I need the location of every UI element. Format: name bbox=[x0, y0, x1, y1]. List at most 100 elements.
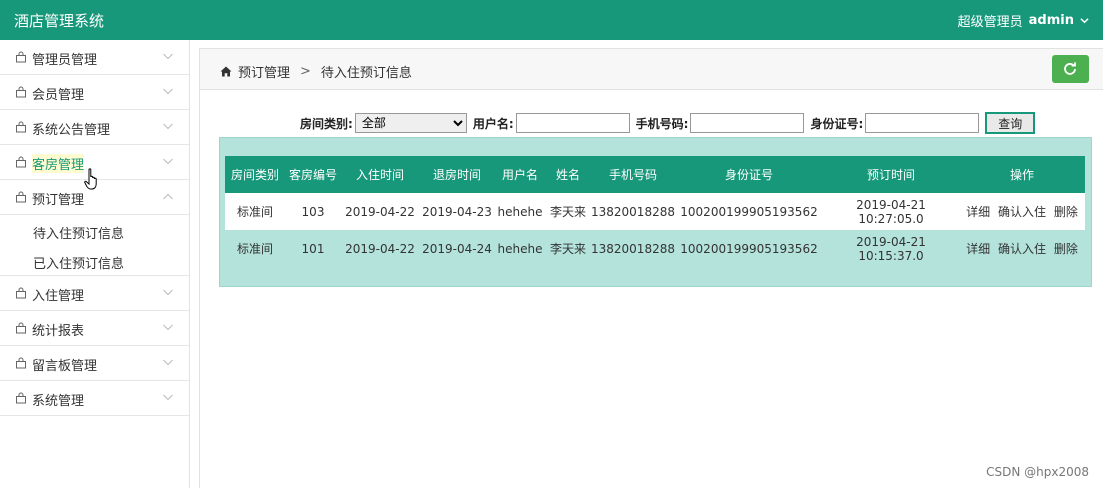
breadcrumb: 预订管理 > 待入住预订信息 bbox=[220, 62, 412, 81]
table-cell: 103 bbox=[285, 193, 341, 230]
bag-icon bbox=[16, 357, 26, 369]
user-role: 超级管理员 bbox=[957, 15, 1023, 30]
sidebar-item-member[interactable]: 会员管理 bbox=[0, 75, 189, 110]
sidebar-subitem-checkedin[interactable]: 已入住预订信息 bbox=[0, 245, 189, 276]
delete-link[interactable]: 删除 bbox=[1054, 205, 1078, 219]
table-cell: 标准间 bbox=[225, 230, 285, 267]
table-actions-cell: 详细 确认入住 删除 bbox=[959, 193, 1085, 230]
refresh-icon bbox=[1064, 62, 1076, 75]
delete-link[interactable]: 删除 bbox=[1054, 242, 1078, 256]
sidebar-item-label: 系统公告管理 bbox=[32, 123, 111, 138]
sidebar-item-checkin[interactable]: 入住管理 bbox=[0, 276, 189, 311]
username-input[interactable] bbox=[515, 113, 630, 133]
bag-icon bbox=[16, 392, 26, 404]
sidebar-item-label: 留言板管理 bbox=[32, 359, 98, 374]
chevron-up-icon bbox=[163, 193, 173, 200]
table-cell: 100200199905193562 bbox=[675, 230, 823, 267]
app-header: 酒店管理系统 超级管理员 admin bbox=[0, 0, 1103, 40]
room-type-select[interactable]: 全部 bbox=[354, 113, 467, 133]
sidebar-subitem-label: 待入住预订信息 bbox=[33, 227, 125, 242]
column-header: 操作 bbox=[959, 156, 1085, 193]
sidebar-item-notice[interactable]: 系统公告管理 bbox=[0, 110, 189, 145]
bag-icon bbox=[16, 322, 26, 334]
table-cell: 101 bbox=[285, 230, 341, 267]
column-header: 入住时间 bbox=[341, 156, 419, 193]
hand-cursor-icon bbox=[84, 168, 97, 190]
table-actions-cell: 详细 确认入住 删除 bbox=[959, 230, 1085, 267]
table-cell: 2019-04-22 bbox=[341, 193, 419, 230]
bag-icon bbox=[16, 86, 26, 98]
bag-icon bbox=[16, 51, 26, 63]
sidebar-item-label: 客房管理 bbox=[32, 154, 85, 173]
table-row: 标准间 103 2019-04-22 2019-04-23 hehehe 李天来… bbox=[225, 193, 1085, 230]
table-cell: hehehe bbox=[495, 193, 545, 230]
idcard-label: 身份证号: bbox=[810, 116, 864, 131]
table-cell: 13820018288 bbox=[591, 230, 675, 267]
sidebar-item-label: 管理员管理 bbox=[32, 53, 98, 68]
column-header: 身份证号 bbox=[675, 156, 823, 193]
main-content: 预订管理 > 待入住预订信息 房间类别: 全部 用户名: 手机号码: 身份证号:… bbox=[199, 48, 1103, 488]
breadcrumb-current: 待入住预订信息 bbox=[320, 66, 412, 81]
confirm-checkin-link[interactable]: 确认入住 bbox=[998, 242, 1046, 256]
sidebar-item-admin[interactable]: 管理员管理 bbox=[0, 40, 189, 75]
sidebar: 管理员管理 会员管理 系统公告管理 客房管理 预订管理 待入住预订信息 已入住预… bbox=[0, 40, 190, 488]
user-menu[interactable]: 超级管理员 admin bbox=[958, 11, 1089, 30]
column-header: 手机号码 bbox=[591, 156, 675, 193]
app-title: 酒店管理系统 bbox=[14, 12, 105, 30]
table-container: 房间类别 客房编号 入住时间 退房时间 用户名 姓名 手机号码 身份证号 预订时… bbox=[219, 137, 1092, 287]
sidebar-item-reports[interactable]: 统计报表 bbox=[0, 311, 189, 346]
chevron-down-icon bbox=[163, 324, 173, 331]
breadcrumb-separator: > bbox=[300, 64, 311, 79]
column-header: 退房时间 bbox=[419, 156, 495, 193]
table-cell: 2019-04-21 10:27:05.0 bbox=[823, 193, 959, 230]
chevron-down-icon bbox=[163, 289, 173, 296]
chevron-down-icon bbox=[163, 53, 173, 60]
column-header: 预订时间 bbox=[823, 156, 959, 193]
chevron-down-icon bbox=[163, 88, 173, 95]
table-cell: 13820018288 bbox=[591, 193, 675, 230]
bag-icon bbox=[16, 191, 26, 203]
home-icon bbox=[220, 66, 232, 77]
bag-icon bbox=[16, 121, 26, 133]
column-header: 房间类别 bbox=[225, 156, 285, 193]
phone-input[interactable] bbox=[690, 113, 805, 133]
bag-icon bbox=[16, 287, 26, 299]
sidebar-item-label: 预订管理 bbox=[32, 193, 85, 208]
sidebar-item-messages[interactable]: 留言板管理 bbox=[0, 346, 189, 381]
sidebar-item-label: 入住管理 bbox=[32, 289, 85, 304]
refresh-button[interactable] bbox=[1052, 55, 1089, 83]
phone-label: 手机号码: bbox=[635, 116, 689, 131]
detail-link[interactable]: 详细 bbox=[966, 205, 990, 219]
column-header: 用户名 bbox=[495, 156, 545, 193]
breadcrumb-parent[interactable]: 预订管理 bbox=[238, 62, 290, 81]
confirm-checkin-link[interactable]: 确认入住 bbox=[998, 205, 1046, 219]
breadcrumb-bar: 预订管理 > 待入住预订信息 bbox=[200, 48, 1103, 90]
column-header: 姓名 bbox=[545, 156, 591, 193]
table-cell: 李天来 bbox=[545, 193, 591, 230]
sidebar-item-label: 系统管理 bbox=[32, 394, 85, 409]
chevron-down-icon bbox=[163, 394, 173, 401]
table-header-row: 房间类别 客房编号 入住时间 退房时间 用户名 姓名 手机号码 身份证号 预订时… bbox=[225, 156, 1085, 193]
search-button[interactable]: 查询 bbox=[985, 112, 1036, 134]
sidebar-subitem-label: 已入住预订信息 bbox=[33, 257, 125, 272]
table-cell: 2019-04-22 bbox=[341, 230, 419, 267]
chevron-down-icon bbox=[163, 359, 173, 366]
table-cell: 2019-04-24 bbox=[419, 230, 495, 267]
table-cell: hehehe bbox=[495, 230, 545, 267]
table-cell: 2019-04-21 10:15:37.0 bbox=[823, 230, 959, 267]
bag-icon bbox=[16, 156, 26, 168]
idcard-input[interactable] bbox=[865, 113, 980, 133]
watermark: CSDN @hpx2008 bbox=[986, 465, 1089, 479]
sidebar-item-label: 会员管理 bbox=[32, 88, 85, 103]
search-form: 房间类别: 全部 用户名: 手机号码: 身份证号: 查询 bbox=[300, 112, 1036, 134]
chevron-down-icon bbox=[163, 123, 173, 130]
table-cell: 标准间 bbox=[225, 193, 285, 230]
detail-link[interactable]: 详细 bbox=[966, 242, 990, 256]
booking-table: 房间类别 客房编号 入住时间 退房时间 用户名 姓名 手机号码 身份证号 预订时… bbox=[225, 156, 1085, 267]
username-label: 用户名: bbox=[472, 116, 514, 131]
chevron-down-icon bbox=[163, 158, 173, 165]
sidebar-item-system[interactable]: 系统管理 bbox=[0, 381, 189, 416]
user-name: admin bbox=[1028, 13, 1074, 28]
sidebar-subitem-pending[interactable]: 待入住预订信息 bbox=[0, 215, 189, 245]
table-cell: 100200199905193562 bbox=[675, 193, 823, 230]
